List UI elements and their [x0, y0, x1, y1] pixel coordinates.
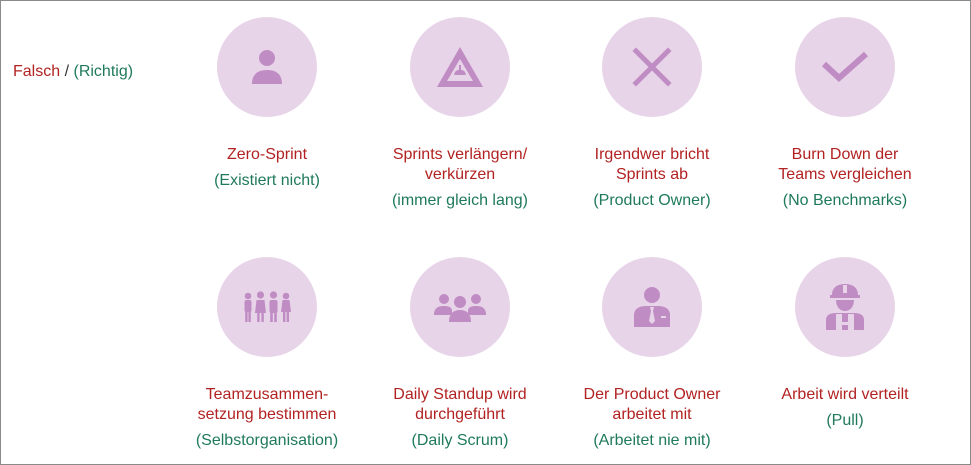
icon-circle: [795, 257, 895, 357]
warning-triangle-icon: [437, 47, 483, 87]
icon-circle: [217, 17, 317, 117]
checkmark-icon: [821, 51, 868, 83]
icon-circle: [602, 257, 702, 357]
team-group-icon: [244, 291, 291, 322]
meeting-group-icon: [434, 294, 486, 322]
card-subtitle: (Arbeitet nie mit): [593, 432, 711, 449]
close-x-icon: [632, 47, 672, 87]
card-title: Irgendwer bricht Sprints ab: [594, 146, 710, 183]
card-subtitle: (immer gleich lang): [391, 192, 529, 209]
card-product-owner: Der Product Owner arbeitet mit (Arbeitet…: [552, 257, 752, 451]
icon-circle: [602, 17, 702, 117]
card-sprints-abbrechen: Irgendwer bricht Sprints ab (Product Own…: [552, 17, 752, 211]
card-title: Arbeit wird verteilt: [781, 386, 909, 403]
legend: Falsch / (Richtig): [13, 62, 133, 82]
card-daily-standup: Daily Standup wird durchgeführt (Daily S…: [360, 257, 560, 451]
card-title: Zero-Sprint: [226, 146, 308, 163]
card-subtitle: (Selbstorganisation): [195, 432, 339, 449]
icon-circle: [217, 257, 317, 357]
card-subtitle: (Pull): [826, 412, 864, 429]
card-zero-sprint: Zero-Sprint (Existiert nicht): [167, 17, 367, 191]
card-subtitle: (No Benchmarks): [782, 192, 908, 209]
card-teamzusammensetzung: Teamzusammen- setzung bestimmen (Selbsto…: [167, 257, 367, 451]
card-title: Daily Standup wird durchgeführt: [393, 386, 527, 423]
legend-separator: /: [64, 63, 70, 80]
card-arbeit-verteilt: Arbeit wird verteilt (Pull): [745, 257, 945, 431]
legend-false-label: Falsch: [13, 63, 61, 80]
card-title: Sprints verlängern/ verkürzen: [392, 146, 528, 183]
card-title: Teamzusammen- setzung bestimmen: [197, 386, 337, 423]
card-subtitle: (Daily Scrum): [411, 432, 509, 449]
person-icon: [252, 50, 282, 84]
card-title: Der Product Owner arbeitet mit: [583, 386, 721, 423]
icon-circle: [410, 17, 510, 117]
card-title: Burn Down der Teams vergleichen: [778, 146, 912, 183]
worker-helmet-icon: [826, 284, 864, 330]
card-sprints-verlaengern: Sprints verlängern/ verkürzen (immer gle…: [360, 17, 560, 211]
card-burn-down: Burn Down der Teams vergleichen (No Benc…: [745, 17, 945, 211]
legend-right-label: (Richtig): [73, 63, 134, 80]
businessman-icon: [634, 287, 670, 327]
card-subtitle: (Product Owner): [593, 192, 711, 209]
icon-circle: [410, 257, 510, 357]
icon-circle: [795, 17, 895, 117]
card-subtitle: (Existiert nicht): [214, 172, 320, 189]
